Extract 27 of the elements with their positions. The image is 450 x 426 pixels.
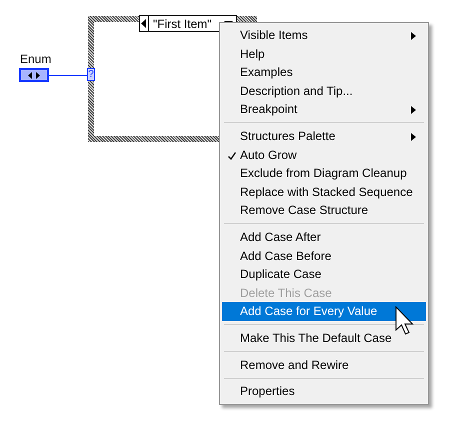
enum-label: Enum: [20, 52, 52, 66]
selector-terminal: ?: [87, 68, 95, 81]
submenu-arrow-icon: [411, 32, 416, 40]
menu-item[interactable]: Structures Palette: [222, 126, 426, 146]
menu-item[interactable]: Breakpoint: [222, 100, 426, 119]
checkmark-icon: [228, 152, 236, 160]
enum-control[interactable]: [19, 68, 49, 82]
menu-item[interactable]: Make This The Default Case: [222, 328, 426, 348]
menu-item[interactable]: Replace with Stacked Sequence: [222, 182, 426, 202]
menu-item[interactable]: Remove and Rewire: [222, 356, 426, 374]
menu-item[interactable]: Duplicate Case: [222, 265, 426, 284]
increment-decrement-icon: [27, 72, 41, 78]
submenu-arrow-icon: [411, 132, 416, 141]
submenu-arrow-icon: [411, 106, 416, 114]
decrement-arrow-icon[interactable]: [140, 16, 149, 31]
menu-item[interactable]: Add Case After: [222, 228, 426, 247]
menu-item[interactable]: Description and Tip...: [222, 82, 426, 100]
menu-item[interactable]: Exclude from Diagram Cleanup: [222, 164, 426, 183]
menu-item[interactable]: Help: [222, 44, 426, 64]
menu-item[interactable]: Auto Grow: [222, 146, 426, 164]
menu-item[interactable]: Add Case Before: [222, 246, 426, 266]
wire: [49, 75, 88, 76]
menu-item[interactable]: Properties: [222, 382, 426, 401]
menu-item[interactable]: Examples: [222, 63, 426, 82]
menu-item[interactable]: Add Case for Every Value: [222, 302, 426, 321]
case-selector-value: "First Item": [152, 16, 213, 30]
menu-item[interactable]: Remove Case Structure: [222, 201, 426, 220]
